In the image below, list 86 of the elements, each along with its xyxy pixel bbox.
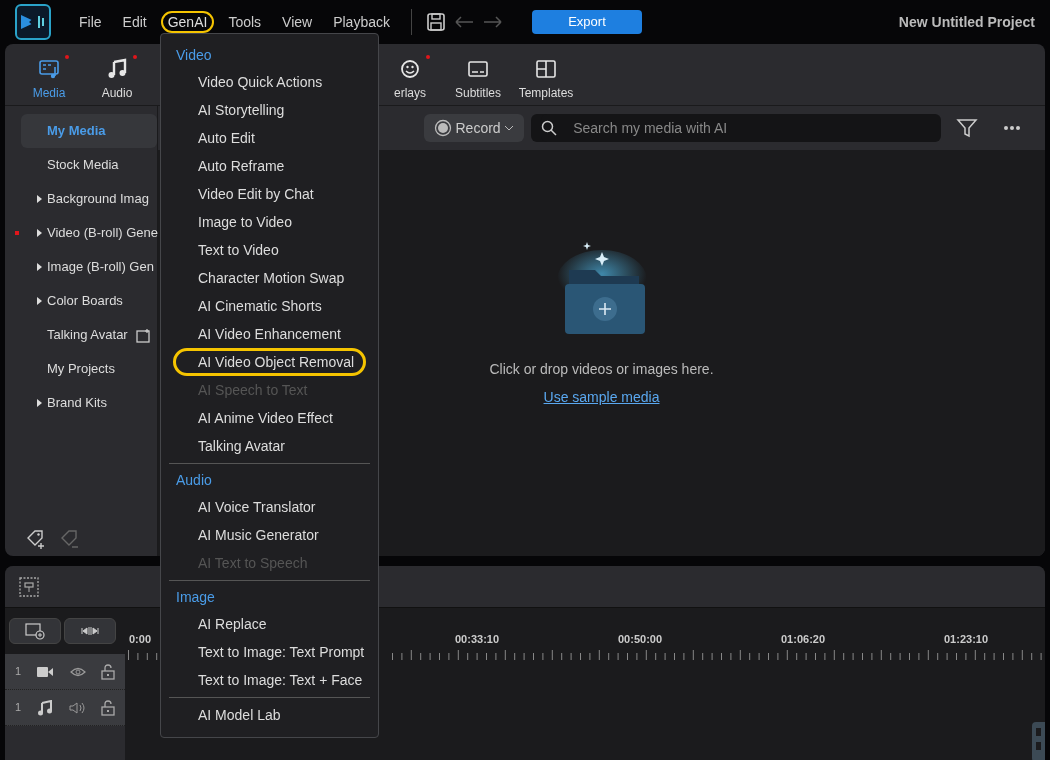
sidebar-item[interactable]: My Projects bbox=[21, 352, 157, 386]
expand-caret-icon[interactable] bbox=[37, 263, 42, 271]
export-button[interactable]: Export bbox=[532, 10, 642, 34]
template-icon bbox=[535, 58, 557, 80]
sidebar-item[interactable]: Image (B-roll) Gen bbox=[21, 250, 157, 284]
sidebar-item[interactable]: Video (B-roll) Gene bbox=[21, 216, 157, 250]
menu-item[interactable]: Auto Reframe bbox=[173, 152, 366, 180]
time-label: 01:06:20 bbox=[781, 633, 826, 645]
more-icon[interactable] bbox=[1003, 124, 1021, 132]
expand-caret-icon[interactable] bbox=[37, 297, 42, 305]
fit-icon bbox=[80, 626, 100, 636]
menu-item[interactable]: Text to Image: Text + Face bbox=[173, 666, 366, 694]
tab[interactable]: Subtitles bbox=[444, 52, 512, 102]
time-label: 01:23:10 bbox=[944, 633, 989, 645]
track-number: 1 bbox=[15, 700, 22, 716]
menu-item[interactable]: AI Video Object Removal bbox=[173, 348, 366, 376]
expand-caret-icon[interactable] bbox=[37, 195, 42, 203]
media-icon bbox=[38, 58, 60, 80]
menu-item[interactable]: Text to Image: Text Prompt bbox=[173, 638, 366, 666]
music-note-icon bbox=[106, 58, 128, 80]
project-title: New Untitled Project bbox=[898, 12, 1035, 32]
sidebar-item[interactable]: Background Imag bbox=[21, 182, 157, 216]
sticker-icon bbox=[399, 58, 421, 80]
menu-item[interactable]: Character Motion Swap bbox=[173, 264, 366, 292]
camera-icon bbox=[36, 664, 55, 679]
fit-button[interactable] bbox=[64, 618, 116, 644]
menu-item[interactable]: Video Quick Actions bbox=[173, 68, 366, 96]
menu-item[interactable]: AI Video Enhancement bbox=[173, 320, 366, 348]
tab[interactable]: Audio bbox=[83, 52, 151, 102]
menu-item[interactable]: AI Cinematic Shorts bbox=[173, 292, 366, 320]
sidebar-item[interactable]: Talking Avatar bbox=[21, 318, 157, 352]
filter-icon[interactable] bbox=[956, 117, 978, 139]
time-label: 00:50:00 bbox=[618, 633, 663, 645]
unlocked-icon[interactable] bbox=[100, 663, 115, 680]
menu-item[interactable]: AI Model Lab bbox=[173, 701, 366, 729]
time-label: 00:33:10 bbox=[455, 633, 500, 645]
menu-item[interactable]: Edit bbox=[115, 11, 154, 33]
menu-item[interactable]: Image to Video bbox=[173, 208, 366, 236]
expand-caret-icon[interactable] bbox=[37, 399, 42, 407]
eye-icon[interactable] bbox=[69, 665, 86, 678]
record-button[interactable]: Record bbox=[424, 114, 525, 142]
add-track-icon bbox=[24, 622, 45, 640]
track-number: 1 bbox=[15, 664, 22, 680]
menu-item[interactable]: AI Storytelling bbox=[173, 96, 366, 124]
caret-icon bbox=[504, 125, 515, 131]
add-track-button[interactable] bbox=[8, 618, 61, 644]
sidebar-item[interactable]: Brand Kits bbox=[21, 386, 157, 420]
menu-item[interactable]: Tools bbox=[221, 11, 269, 33]
record-icon bbox=[434, 119, 452, 137]
sample-media-link[interactable]: Use sample media bbox=[543, 387, 660, 408]
menu-item[interactable]: Video Edit by Chat bbox=[173, 180, 366, 208]
menu-item[interactable]: Playback bbox=[326, 11, 397, 33]
search-icon bbox=[541, 120, 558, 136]
redo-icon[interactable] bbox=[482, 14, 504, 30]
sidebar-item[interactable]: Color Boards bbox=[21, 284, 157, 318]
menu-section-header: Video bbox=[175, 45, 213, 65]
layout-icon bbox=[19, 576, 39, 597]
menu-item[interactable]: Auto Edit bbox=[173, 124, 366, 152]
menu-item[interactable]: AI Replace bbox=[173, 610, 366, 638]
subtitles-icon bbox=[467, 58, 489, 80]
menu-item[interactable]: View bbox=[275, 11, 320, 33]
menu-item[interactable]: AI Music Generator bbox=[173, 521, 366, 549]
tab[interactable]: Media bbox=[15, 52, 83, 102]
sidebar-item[interactable]: My Media bbox=[21, 114, 157, 148]
drop-hint: Click or drop videos or images here. bbox=[489, 360, 714, 379]
undo-icon[interactable] bbox=[453, 14, 475, 30]
tab[interactable]: Templates bbox=[512, 52, 580, 102]
menu-item[interactable]: AI Voice Translator bbox=[173, 493, 366, 521]
save-icon[interactable] bbox=[426, 12, 446, 32]
time-label: 0:00 bbox=[129, 633, 152, 645]
sidebar-item[interactable]: Stock Media bbox=[21, 148, 157, 182]
menu-item[interactable]: AI Anime Video Effect bbox=[173, 404, 366, 432]
expand-caret-icon[interactable] bbox=[37, 229, 42, 237]
app-logo[interactable] bbox=[15, 4, 51, 40]
tab[interactable]: erlays bbox=[376, 52, 444, 102]
music-note-icon bbox=[37, 699, 54, 716]
menu-section-header: Audio bbox=[175, 470, 213, 490]
menu-item[interactable]: Talking Avatar bbox=[173, 432, 366, 460]
menu-section-header: Image bbox=[175, 587, 216, 607]
menu-item[interactable]: Text to Video bbox=[173, 236, 366, 264]
unlocked-icon[interactable] bbox=[101, 699, 115, 716]
remove-tag-icon bbox=[60, 529, 80, 549]
menu-item[interactable]: File bbox=[72, 11, 109, 33]
add-tag-icon bbox=[26, 529, 46, 549]
ruler-ticks bbox=[128, 649, 158, 661]
speaker-icon[interactable] bbox=[69, 700, 86, 715]
